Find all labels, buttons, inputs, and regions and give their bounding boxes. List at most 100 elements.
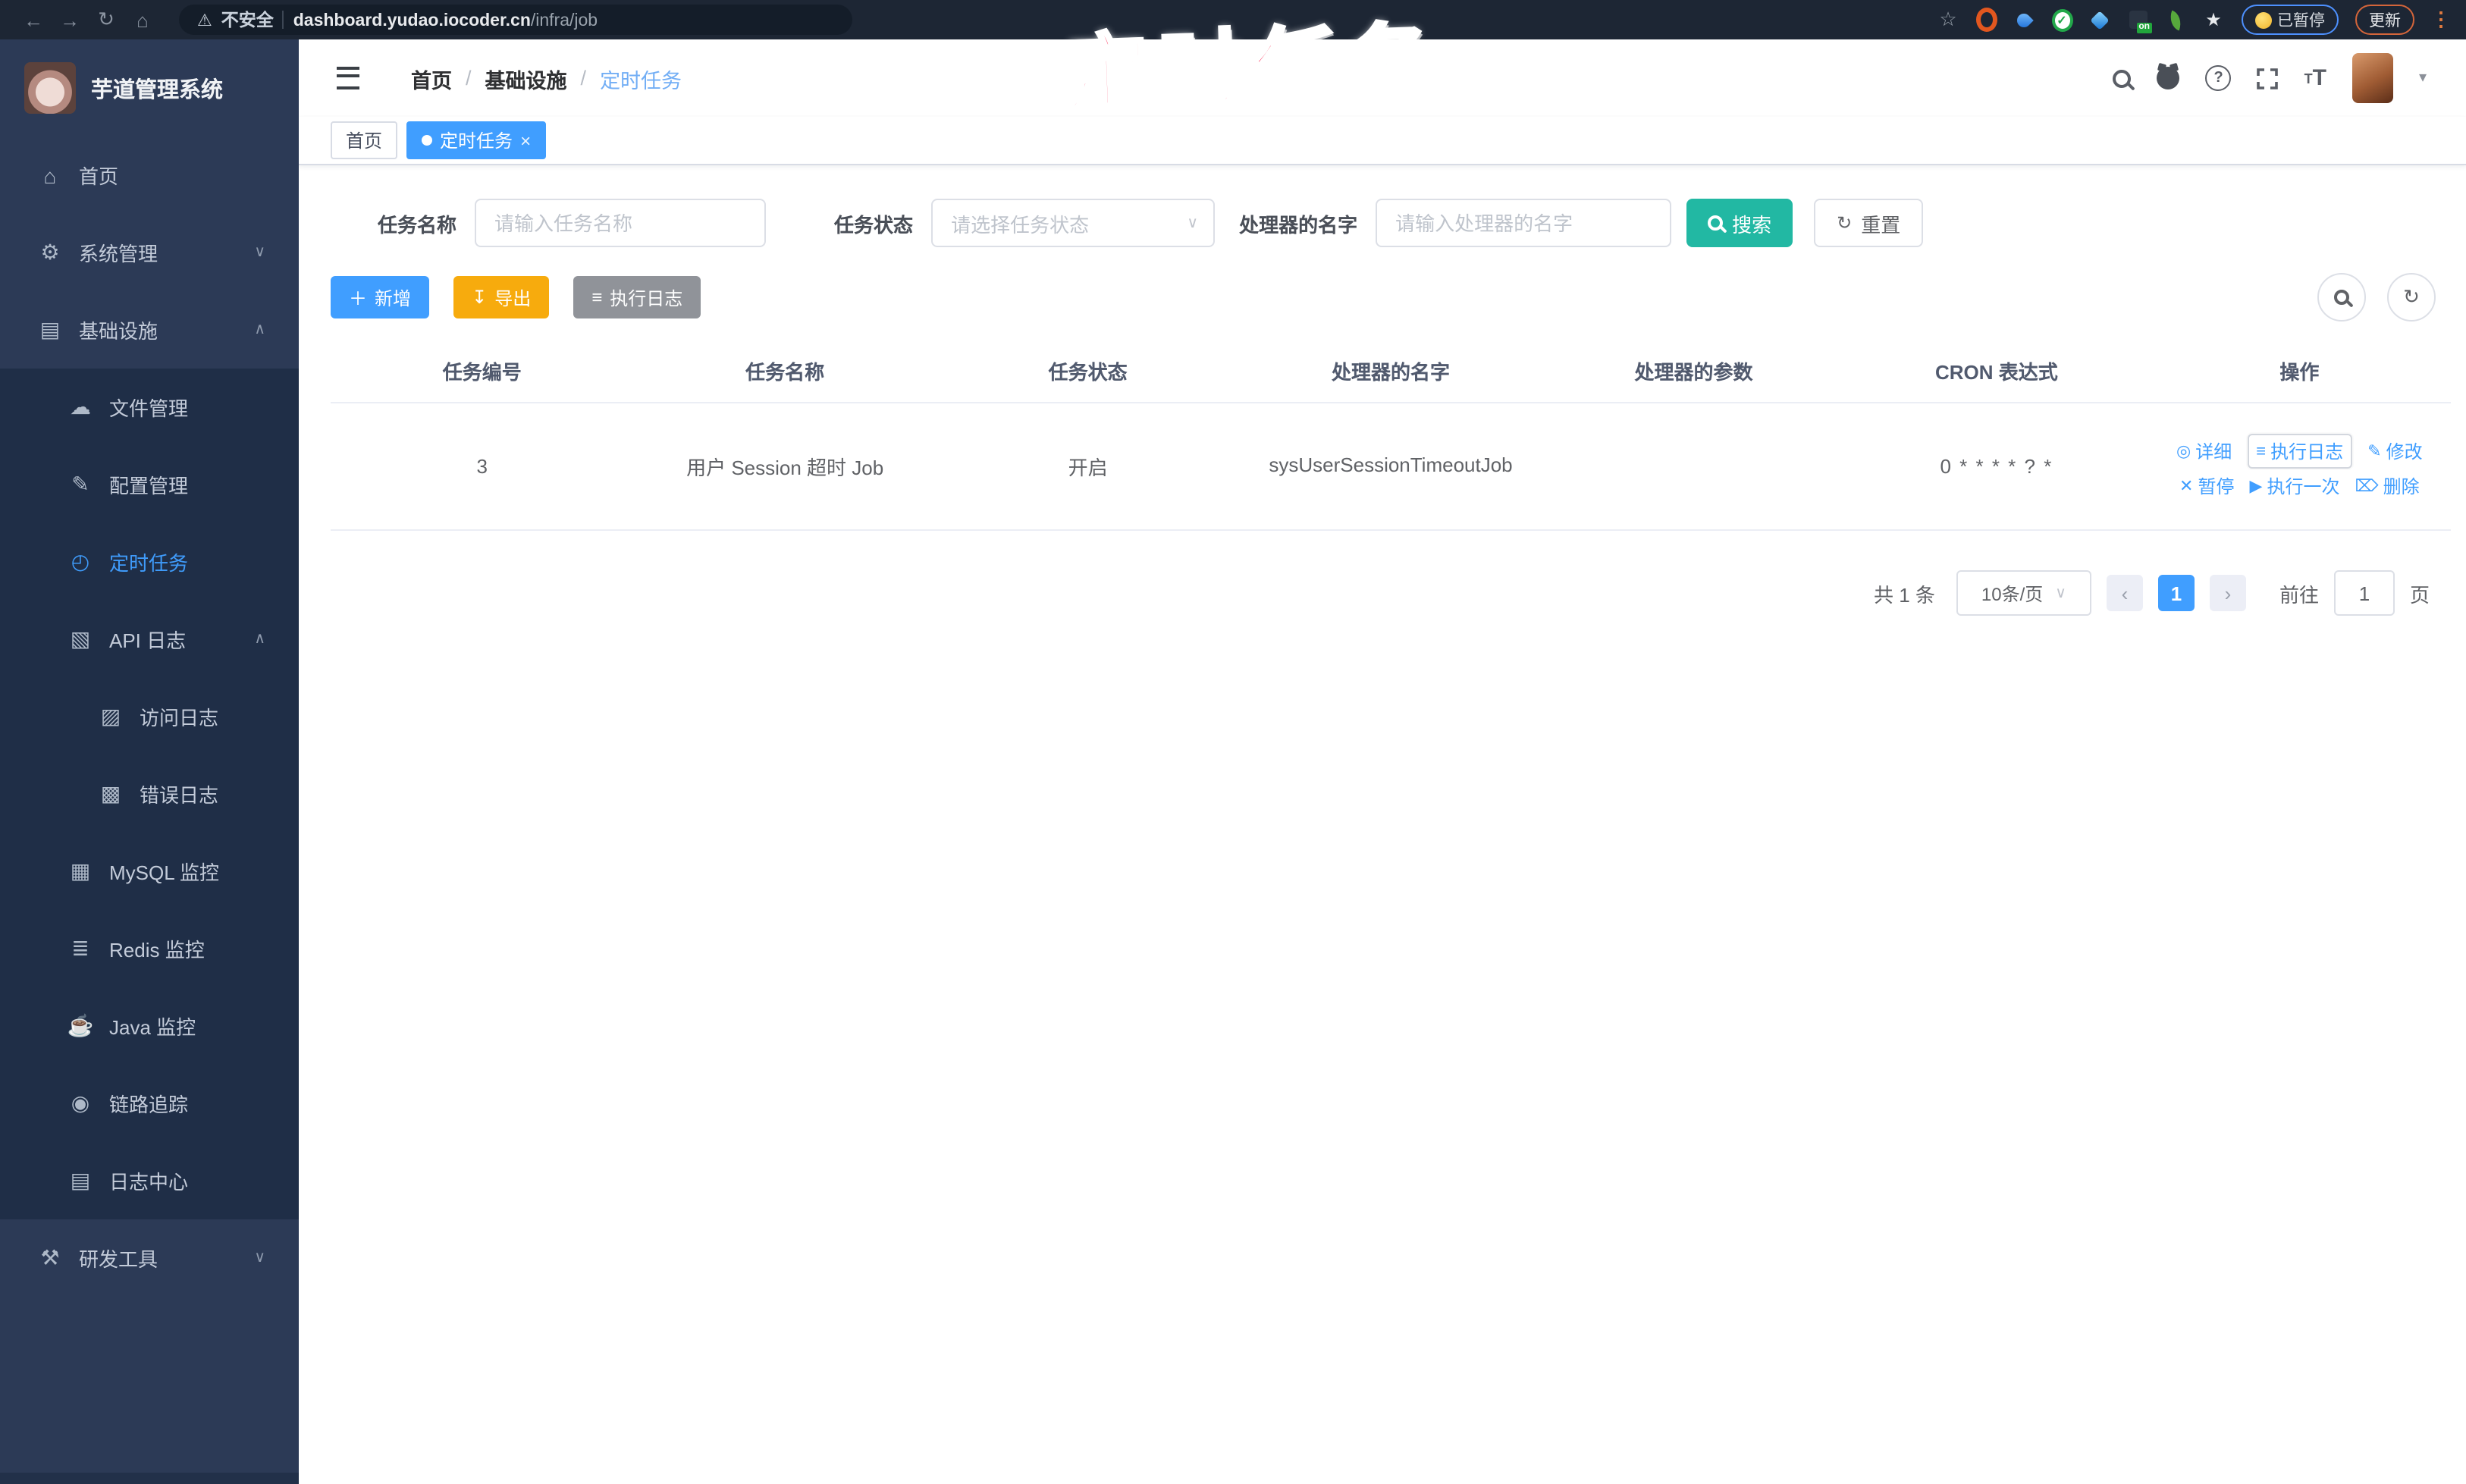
export-button[interactable]: ↧ 导出 — [453, 276, 550, 318]
chevron-up-icon: ∧ — [254, 322, 265, 338]
extension-star-icon[interactable]: ★ — [2203, 9, 2224, 30]
sidebar-submenu: ☁ 文件管理 ✎ 配置管理 ◴ 定时任务 ▧ API 日志 ∧ ▨ 访问日志 ▩… — [0, 369, 299, 1219]
sidebar-item-label: 日志中心 — [109, 1171, 189, 1194]
sidebar-item-infrastructure[interactable]: ▤ 基础设施 ∧ — [0, 291, 299, 369]
execution-log-button[interactable]: ≡ 执行日志 — [573, 276, 701, 318]
url-path: /infra/job — [530, 12, 598, 30]
reset-button[interactable]: ↻ 重置 — [1814, 199, 1924, 247]
header-actions: ? TT ▾ — [2113, 53, 2427, 103]
font-size-icon[interactable]: TT — [2304, 65, 2326, 91]
paused-label: 已暂停 — [2277, 11, 2325, 30]
reload-icon[interactable]: ↻ — [88, 8, 124, 32]
breadcrumb-home[interactable]: 首页 — [411, 63, 452, 93]
sidebar-item-java-monitor[interactable]: ☕ Java 监控 — [0, 987, 299, 1065]
app-logo-row[interactable]: 芋道管理系统 — [0, 39, 299, 136]
handler-name-input[interactable] — [1376, 199, 1672, 247]
log-center-icon: ▤ — [70, 1168, 91, 1192]
warning-icon: ⚠ — [197, 11, 212, 30]
search-icon[interactable] — [2113, 69, 2132, 87]
sidebar-item-config-management[interactable]: ✎ 配置管理 — [0, 446, 299, 523]
user-menu-caret-icon[interactable]: ▾ — [2419, 70, 2427, 86]
trash-icon: ⌦ — [2355, 478, 2379, 496]
add-button-label: 新增 — [375, 287, 412, 309]
table-toolbar: ＋ 新增 ↧ 导出 ≡ 执行日志 ↻ — [331, 273, 2436, 322]
delete-link[interactable]: ⌦ 删除 — [2355, 473, 2419, 499]
address-bar[interactable]: ⚠ 不安全 dashboard.yudao.iocoder.cn/infra/j… — [179, 5, 852, 35]
sidebar-item-scheduled-tasks[interactable]: ◴ 定时任务 — [0, 523, 299, 601]
sidebar-item-label: 访问日志 — [140, 707, 219, 729]
address-divider — [282, 11, 284, 29]
sidebar-item-label: 首页 — [79, 165, 119, 188]
sidebar-item-label: 定时任务 — [109, 552, 189, 575]
sidebar-item-system[interactable]: ⚙ 系统管理 ∨ — [0, 214, 299, 291]
back-icon[interactable]: ← — [15, 8, 52, 31]
extension-recorder-icon[interactable]: on — [2127, 9, 2151, 33]
sprout-icon — [2166, 9, 2185, 30]
toolbar-right: ↻ — [2317, 273, 2436, 322]
detail-link[interactable]: ◎ 详细 — [2176, 438, 2232, 464]
collapse-sidebar-icon[interactable] — [337, 67, 359, 89]
extension-gem-icon[interactable] — [2089, 9, 2110, 30]
next-page-button[interactable]: › — [2209, 575, 2246, 611]
task-name-input[interactable] — [475, 199, 767, 247]
sidebar-item-home[interactable]: ⌂ 首页 — [0, 136, 299, 214]
plus-icon: ＋ — [349, 287, 368, 309]
security-label[interactable]: 不安全 — [221, 8, 274, 32]
tab-home[interactable]: 首页 — [331, 121, 398, 159]
sidebar-item-file-management[interactable]: ☁ 文件管理 — [0, 369, 299, 446]
sidebar-item-access-log[interactable]: ▨ 访问日志 — [0, 678, 299, 755]
home-icon[interactable]: ⌂ — [124, 8, 161, 31]
run-once-link[interactable]: ▶ 执行一次 — [2250, 473, 2340, 499]
sidebar-item-dev-tools[interactable]: ⚒ 研发工具 ∨ — [0, 1219, 299, 1297]
edit-link[interactable]: ✎ 修改 — [2367, 438, 2422, 464]
forward-icon[interactable]: → — [52, 8, 88, 31]
add-button[interactable]: ＋ 新增 — [331, 276, 430, 318]
search-button[interactable]: 搜索 — [1686, 199, 1793, 247]
app-logo — [24, 62, 76, 114]
total-count-label: 共 1 条 — [1874, 583, 1935, 606]
search-icon — [2334, 290, 2349, 305]
github-icon[interactable] — [2157, 67, 2180, 89]
tab-close-icon[interactable]: × — [520, 130, 531, 151]
sidebar-item-redis-monitor[interactable]: ≣ Redis 监控 — [0, 910, 299, 987]
extension-orange-icon[interactable] — [1975, 8, 1997, 32]
task-status-select[interactable]: 请选择任务状态 ∨ — [931, 199, 1216, 247]
tab-scheduled-tasks[interactable]: 定时任务 × — [406, 121, 547, 159]
cell-handler-name: sysUserSessionTimeoutJob — [1269, 453, 1513, 477]
sidebar-item-api-log[interactable]: ▧ API 日志 ∧ — [0, 601, 299, 678]
cell-actions: ◎ 详细 ≡ 执行日志 ✎ 修改 ✕ 暂停 ▶ 执行一次 ⌦ 删除 — [2148, 403, 2451, 529]
dashboard-icon: ⌂ — [43, 163, 57, 187]
extension-drop-icon[interactable] — [2013, 9, 2035, 30]
bookmark-star-icon[interactable]: ☆ — [1937, 8, 1959, 30]
extension-sprout-icon[interactable] — [2165, 9, 2186, 30]
breadcrumb-infrastructure[interactable]: 基础设施 — [485, 63, 567, 93]
handler-name-label: 处理器的名字 — [1239, 213, 1358, 236]
cell-handler-param — [1542, 403, 1845, 529]
sidebar-item-trace[interactable]: ◉ 链路追踪 — [0, 1065, 299, 1142]
update-button[interactable]: 更新 — [2355, 5, 2414, 35]
browser-menu-icon[interactable]: ⋮ — [2431, 8, 2451, 32]
sidebar-item-error-log[interactable]: ▩ 错误日志 — [0, 755, 299, 833]
goto-page-input[interactable] — [2333, 570, 2395, 616]
page-header: 首页 / 基础设施 / 定时任务 ? TT ▾ — [299, 39, 2466, 117]
sidebar-item-log-center[interactable]: ▤ 日志中心 — [0, 1142, 299, 1219]
url-domain: dashboard.yudao.iocoder.cn — [293, 12, 531, 30]
sidebar-menu: ⌂ 首页 ⚙ 系统管理 ∨ ▤ 基础设施 ∧ ☁ 文件管理 ✎ 配置管理 ◴ 定… — [0, 136, 299, 1473]
refresh-table-button[interactable]: ↻ — [2387, 273, 2436, 322]
page-number-1[interactable]: 1 — [2157, 575, 2195, 611]
avatar[interactable] — [2351, 53, 2393, 103]
cell-cron: 0 * * * * ? * — [1940, 455, 2053, 478]
page-size-select[interactable]: 10条/页 ∨ — [1956, 570, 2091, 616]
url-text[interactable]: dashboard.yudao.iocoder.cn/infra/job — [293, 6, 598, 33]
show-search-button[interactable] — [2317, 273, 2366, 322]
help-icon[interactable]: ? — [2205, 65, 2232, 91]
prev-page-button[interactable]: ‹ — [2106, 575, 2143, 611]
fullscreen-icon[interactable] — [2257, 67, 2279, 89]
extension-check-icon[interactable]: ✓ — [2051, 8, 2072, 31]
row-execution-log-link[interactable]: ≡ 执行日志 — [2247, 434, 2353, 469]
eye-icon: ◎ — [2176, 443, 2191, 461]
sidebar-item-mysql-monitor[interactable]: ▦ MySQL 监控 — [0, 833, 299, 910]
pause-link[interactable]: ✕ 暂停 — [2179, 473, 2234, 499]
access-log-icon: ▨ — [100, 704, 121, 728]
paused-badge[interactable]: 已暂停 — [2241, 5, 2339, 35]
